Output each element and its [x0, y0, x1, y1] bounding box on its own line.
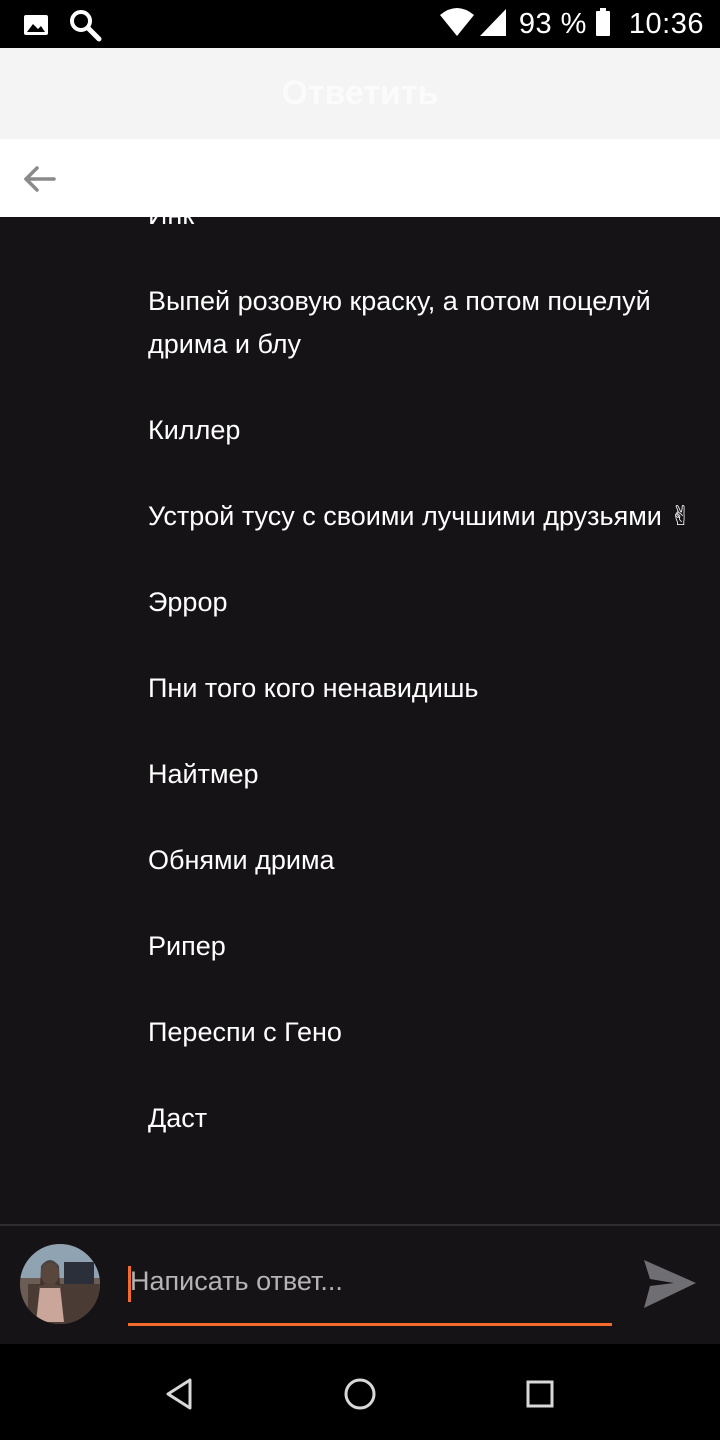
- reply-list: Инк Выпей розовую краску, а потом поцелу…: [148, 217, 708, 1183]
- send-button[interactable]: [640, 1256, 698, 1314]
- reply-composer: Написать ответ...: [0, 1226, 720, 1344]
- reply-input[interactable]: Написать ответ...: [128, 1256, 612, 1326]
- battery-percent: 93 %: [518, 7, 587, 40]
- wifi-icon: [439, 7, 475, 42]
- list-item: Переспи с Гено: [148, 1017, 342, 1047]
- back-bar: [0, 139, 720, 217]
- list-item: Инк: [148, 217, 708, 237]
- back-button[interactable]: [20, 159, 60, 199]
- send-icon: [644, 1260, 696, 1308]
- arrow-left-icon: [24, 166, 56, 192]
- nav-home-button[interactable]: [340, 1374, 380, 1414]
- image-icon: [22, 11, 50, 44]
- back-triangle-icon: [166, 1378, 192, 1410]
- recents-square-icon: [526, 1380, 554, 1408]
- title-bar: Ответить: [0, 48, 720, 139]
- reply-placeholder: Написать ответ...: [130, 1266, 343, 1296]
- list-item: Даст: [148, 1103, 208, 1133]
- list-item: Найтмер: [148, 759, 259, 789]
- list-item: Выпей розовую краску, а потом поцелуй др…: [148, 286, 651, 359]
- home-circle-icon: [344, 1378, 376, 1410]
- search-icon: [68, 8, 102, 47]
- battery-icon: [595, 7, 611, 42]
- nav-recents-button[interactable]: [520, 1374, 560, 1414]
- list-item: Устрой тусу с своими лучшими друзьями ✌: [148, 501, 692, 531]
- list-item: Киллер: [148, 415, 241, 445]
- list-item: Обнями дрима: [148, 845, 335, 875]
- navigation-bar: [0, 1344, 720, 1440]
- clock: 10:36: [628, 7, 704, 40]
- avatar[interactable]: [20, 1244, 100, 1324]
- list-item: Эррор: [148, 587, 228, 617]
- list-item: Пни того кого ненавидишь: [148, 673, 479, 703]
- nav-back-button[interactable]: [160, 1374, 200, 1414]
- reply-list-area[interactable]: Инк Выпей розовую краску, а потом поцелу…: [0, 217, 720, 1224]
- list-item: Рипер: [148, 931, 226, 961]
- page-title: Ответить: [281, 74, 439, 112]
- signal-icon: [479, 7, 507, 42]
- reply-screen: 93 % 10:36 Ответить Инк Выпей розовую кр…: [0, 0, 720, 1440]
- status-bar: 93 % 10:36: [0, 0, 720, 48]
